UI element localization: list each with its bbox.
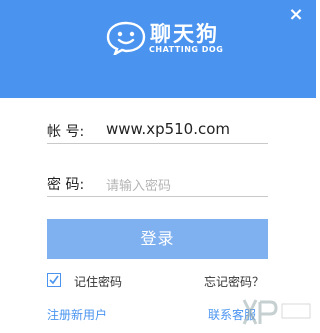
remember-password-checkbox[interactable] (47, 273, 61, 287)
app-title: 聊天狗 (150, 22, 219, 46)
forgot-password-link[interactable]: 忘记密码？ (204, 273, 264, 290)
account-input[interactable]: www.xp510.com (106, 120, 230, 138)
account-label: 帐 号: (47, 124, 85, 140)
remember-password-label: 记住密码 (74, 275, 123, 289)
close-button[interactable]: × (286, 5, 306, 25)
login-header: 聊天狗 CHATTING DOG × (0, 0, 316, 98)
password-underline (47, 196, 268, 197)
account-underline (47, 143, 268, 144)
app-subtitle: CHATTING DOG (149, 45, 224, 54)
check-icon (49, 275, 59, 285)
password-input[interactable]: 请输入密码 (106, 175, 171, 194)
register-link[interactable]: 注册新用户 (47, 306, 107, 323)
close-icon: × (288, 4, 304, 25)
login-button[interactable]: 登录 (47, 219, 268, 259)
app-logo-icon (106, 21, 146, 55)
password-label: 密 码: (47, 177, 85, 193)
watermark-logo (242, 299, 311, 325)
